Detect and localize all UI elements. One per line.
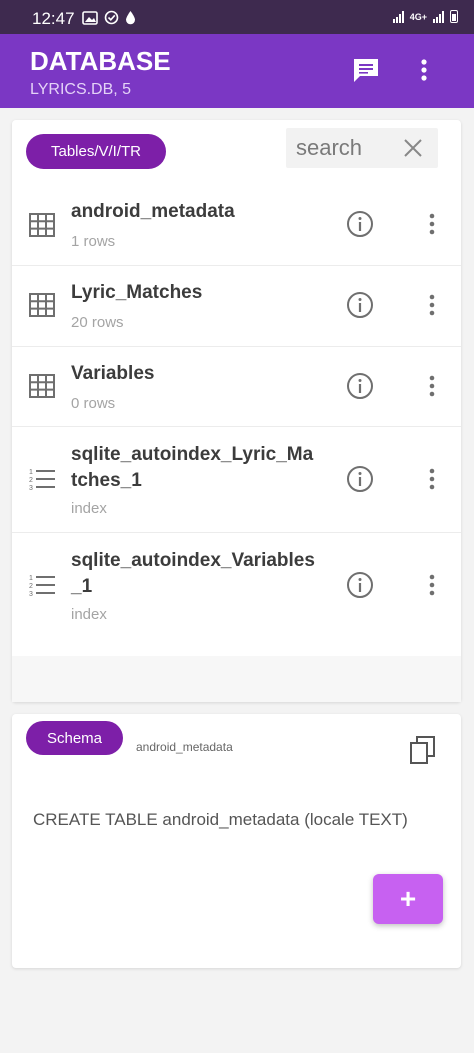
network-type-label: 4G+ [409,11,427,22]
row-more-icon[interactable] [422,372,442,400]
row-more-icon[interactable] [422,291,442,319]
info-icon[interactable] [346,291,374,319]
app-bar: DATABASE LYRICS.DB, 5 [0,34,474,108]
drop-icon [125,11,135,25]
info-icon[interactable] [346,210,374,238]
tables-panel: Tables/V/I/TR android_metadata 1 rows Ly… [12,120,461,702]
index-type: index [71,500,107,517]
numbered-list-icon: 123 [28,571,56,599]
search-box [286,128,438,168]
index-row[interactable]: 123 sqlite_autoindex_Lyric_Ma tches_1 in… [12,427,461,533]
index-type: index [71,606,107,623]
svg-text:1: 1 [29,575,33,582]
svg-text:2: 2 [29,477,33,484]
index-name: sqlite_autoindex_Variables _1 [71,550,315,597]
row-more-icon[interactable] [422,210,442,238]
table-row-count: 20 rows [71,314,124,331]
table-row[interactable]: android_metadata 1 rows [12,186,461,266]
close-icon[interactable] [402,137,424,159]
table-grid-icon [28,372,56,400]
gallery-icon [82,11,98,25]
svg-text:1: 1 [29,469,33,476]
add-fab-button[interactable]: + [373,874,443,924]
app-title: DATABASE [30,46,171,76]
status-notification-icons [82,10,136,28]
table-name: Variables [71,363,155,384]
row-more-icon[interactable] [422,465,442,493]
info-icon[interactable] [346,571,374,599]
signal-icon-2 [433,10,444,23]
search-input[interactable] [296,134,394,162]
message-icon[interactable] [351,56,381,84]
table-grid-icon [28,211,56,239]
schema-table-name: android_metadata [136,740,233,754]
schema-sql: CREATE TABLE android_metadata (locale TE… [33,810,408,829]
info-icon[interactable] [346,465,374,493]
status-time: 12:47 [32,9,75,28]
info-icon[interactable] [346,372,374,400]
table-row-count: 0 rows [71,395,116,412]
svg-text:3: 3 [29,591,33,598]
index-row[interactable]: 123 sqlite_autoindex_Variables _1 index [12,533,461,639]
app-subtitle: LYRICS.DB, 5 [30,81,132,98]
battery-icon [450,10,458,23]
status-bar: 12:47 4G+ [0,0,474,34]
table-name: Lyric_Matches [71,282,203,303]
table-row-count: 1 rows [71,233,116,250]
svg-text:3: 3 [29,485,33,492]
copy-icon[interactable] [408,734,438,766]
svg-text:2: 2 [29,583,33,590]
table-row[interactable]: Lyric_Matches 20 rows [12,266,461,347]
status-system-icons: 4G+ [392,10,458,23]
row-more-icon[interactable] [422,571,442,599]
overflow-menu-icon[interactable] [412,56,436,84]
table-grid-icon [28,291,56,319]
table-name: android_metadata [71,201,235,222]
schema-panel: Schema android_metadata CREATE TABLE and… [12,714,461,968]
tables-filter-chip[interactable]: Tables/V/I/TR [26,134,166,169]
schema-chip[interactable]: Schema [26,721,123,755]
panel-footer-strip [12,656,461,702]
signal-icon [392,10,404,23]
check-circle-icon [104,10,119,25]
index-name: sqlite_autoindex_Lyric_Ma tches_1 [71,444,314,491]
numbered-list-icon: 123 [28,465,56,493]
table-row[interactable]: Variables 0 rows [12,347,461,427]
